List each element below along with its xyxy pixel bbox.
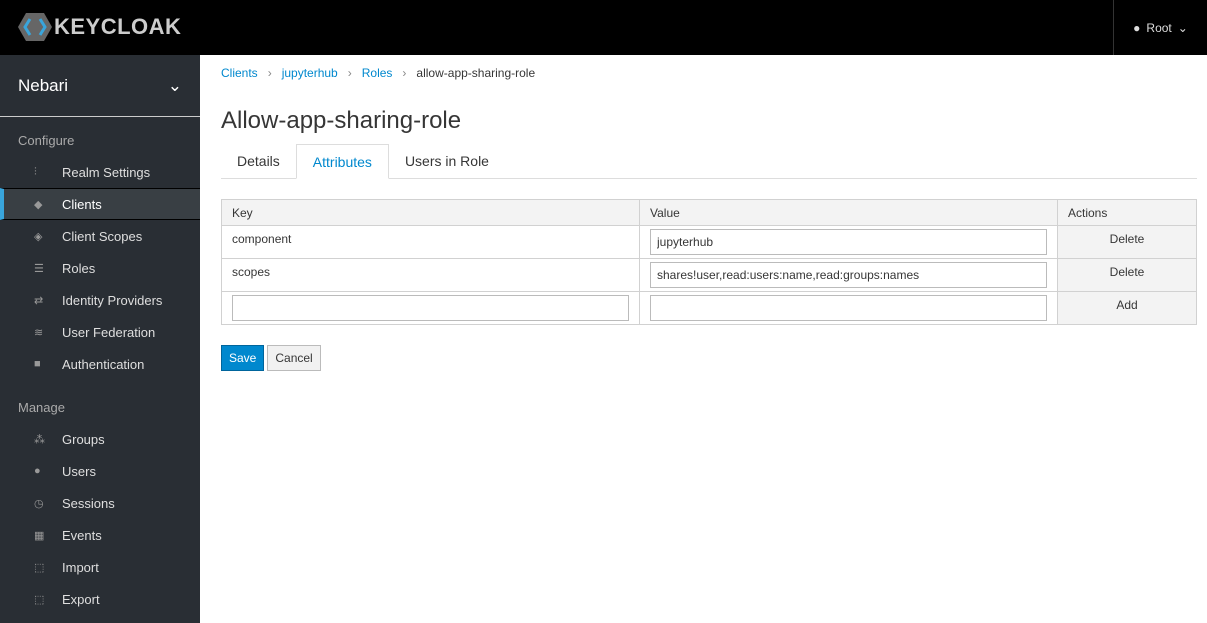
sidebar: Nebari ⌄ Configure ⫶ Realm Settings ◆ Client… [0, 55, 200, 623]
sidebar-item-label: Identity Providers [62, 292, 163, 308]
sidebar-item-roles[interactable]: ☰ Roles [0, 252, 200, 284]
add-button[interactable]: Add [1057, 291, 1197, 325]
delete-button[interactable]: Delete [1057, 258, 1197, 292]
calendar-icon: ▦ [34, 529, 45, 542]
sidebar-item-label: Authentication [62, 356, 145, 372]
chevron-down-icon: ⌄ [167, 75, 182, 95]
sidebar-item-authentication[interactable]: ■ Authentication [0, 348, 200, 380]
sidebar-item-import[interactable]: ⬚ Import [0, 551, 200, 583]
breadcrumb-current: allow-app-sharing-role [416, 66, 536, 80]
tab-details[interactable]: Details [221, 144, 296, 178]
user-icon: ● [1133, 20, 1141, 35]
sliders-icon: ⫶ [34, 165, 37, 178]
new-key-input[interactable] [232, 295, 629, 321]
exchange-icon: ⇄ [34, 294, 44, 307]
sidebar-item-label: Users [62, 463, 96, 479]
breadcrumb: Clients › jupyterhub › Roles › allow-app-sh… [221, 66, 536, 80]
sidebar-item-identity-providers[interactable]: ⇄ Identity Providers [0, 284, 200, 316]
cube-icon: ◆ [34, 198, 43, 211]
cubes-icon: ◈ [34, 230, 43, 243]
sidebar-item-events[interactable]: ▦ Events [0, 519, 200, 551]
sidebar-item-label: User Federation [62, 324, 156, 340]
export-icon: ⬚ [34, 593, 45, 606]
table-row: componentDelete [221, 225, 1197, 259]
page-title: Allow-app-sharing-role [221, 107, 462, 134]
sidebar-item-user-federation[interactable]: ≋ User Federation [0, 316, 200, 348]
tab-users-in-role[interactable]: Users in Role [389, 144, 505, 178]
sidebar-item-label: Events [62, 527, 102, 543]
new-value-input[interactable] [650, 295, 1047, 321]
keycloak-logo: KEYCLOAK [18, 13, 181, 41]
sidebar-item-label: Clients [62, 196, 102, 212]
top-bar: KEYCLOAK ● Root ⌄ [0, 0, 1207, 55]
table-row: scopesDelete [221, 258, 1197, 292]
sidebar-item-label: Roles [62, 260, 96, 276]
list-icon: ☰ [34, 262, 44, 275]
sidebar-item-client-scopes[interactable]: ◈ Client Scopes [0, 220, 200, 252]
sidebar-item-groups[interactable]: ⁂ Groups [0, 423, 200, 455]
section-manage: Manage [18, 400, 65, 415]
user-menu[interactable]: ● Root ⌄ [1113, 0, 1207, 55]
cancel-button[interactable]: Cancel [267, 345, 321, 371]
tabs: Details Attributes Users in Role [221, 144, 1197, 179]
sidebar-item-label: Sessions [62, 495, 115, 511]
users-icon: ⁂ [34, 433, 45, 446]
sidebar-item-export[interactable]: ⬚ Export [0, 583, 200, 615]
attributes-table: KeyValueActions componentDelete scopesDe… [221, 199, 1197, 325]
section-configure: Configure [18, 133, 75, 148]
sidebar-item-users[interactable]: ● Users [0, 455, 200, 487]
tab-attributes[interactable]: Attributes [295, 144, 389, 179]
breadcrumb-client[interactable]: jupyterhub [282, 66, 338, 80]
main-content: Clients › jupyterhub › Roles › allow-app-sh… [221, 55, 1197, 371]
delete-button[interactable]: Delete [1057, 225, 1197, 259]
clock-icon: ◷ [34, 497, 44, 510]
sidebar-item-realm-settings[interactable]: ⫶ Realm Settings [0, 156, 200, 188]
value-input[interactable] [650, 229, 1047, 255]
lock-icon: ■ [34, 358, 41, 370]
user-name: Root [1146, 20, 1172, 35]
new-row: Add [221, 291, 1197, 325]
chevron-down-icon: ⌄ [1177, 20, 1188, 35]
sidebar-item-label: Import [62, 559, 99, 575]
keycloak-logo-icon [18, 13, 52, 41]
value-input[interactable] [650, 262, 1047, 288]
save-button[interactable]: Save [221, 345, 265, 371]
user-icon: ● [34, 465, 41, 477]
sidebar-item-label: Client Scopes [62, 228, 143, 244]
breadcrumb-clients[interactable]: Clients [221, 66, 258, 80]
sidebar-item-label: Groups [62, 431, 105, 447]
sidebar-item-label: Realm Settings [62, 164, 151, 180]
database-icon: ≋ [34, 326, 44, 339]
sidebar-item-sessions[interactable]: ◷ Sessions [0, 487, 200, 519]
sidebar-item-label: Export [62, 591, 100, 607]
breadcrumb-roles[interactable]: Roles [362, 66, 393, 80]
sidebar-item-clients[interactable]: ◆ Clients [0, 188, 200, 220]
realm-selector[interactable]: Nebari ⌄ [0, 55, 200, 117]
import-icon: ⬚ [34, 561, 45, 574]
